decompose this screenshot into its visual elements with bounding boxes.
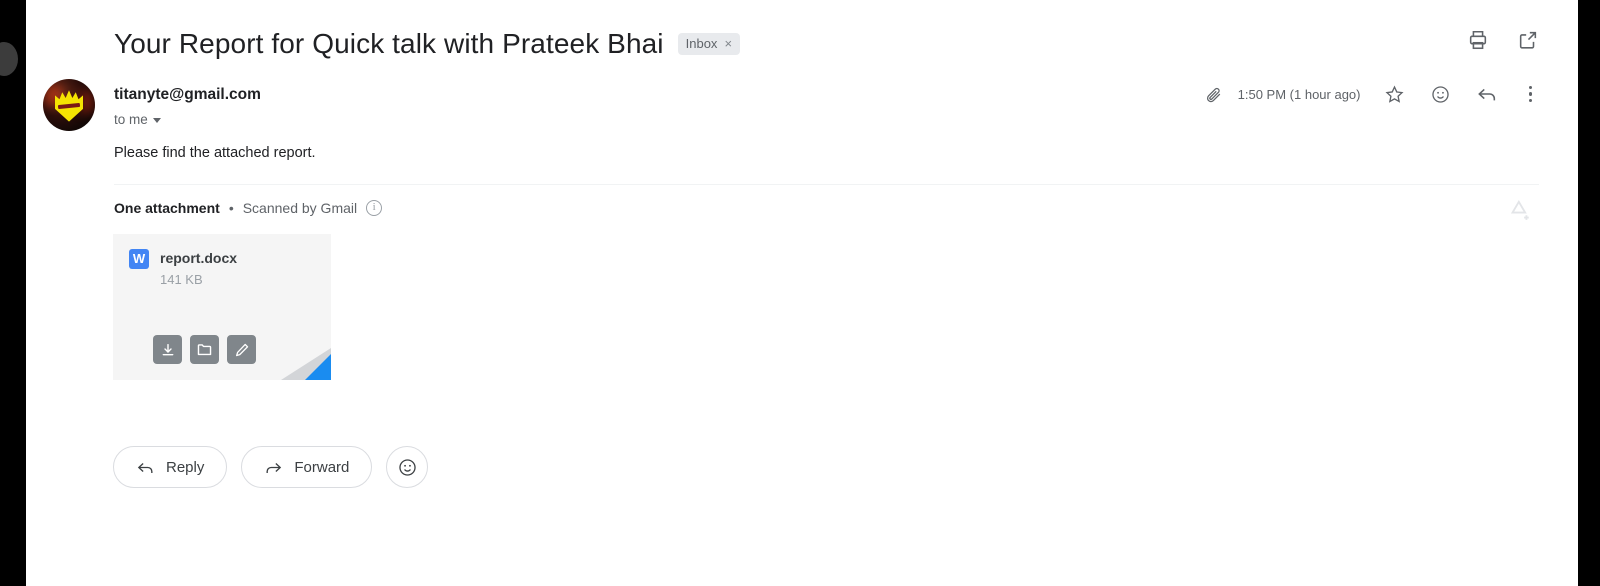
attachment-file-row: W report.docx 141 KB bbox=[129, 248, 237, 289]
attachment-corner-fold bbox=[281, 348, 331, 380]
left-rail bbox=[0, 0, 26, 586]
message-timestamp: 1:50 PM (1 hour ago) bbox=[1237, 86, 1361, 102]
attachment-actions bbox=[153, 335, 256, 364]
page-title: Your Report for Quick talk with Prateek … bbox=[114, 28, 664, 59]
download-attachment-button[interactable] bbox=[153, 335, 182, 364]
attachment-filename: report.docx bbox=[160, 250, 238, 266]
recipient-row[interactable]: to me bbox=[114, 110, 261, 130]
sender-block: titanyte@gmail.com to me bbox=[114, 84, 261, 130]
right-rail bbox=[1578, 0, 1600, 586]
message-body: Please find the attached report. bbox=[114, 145, 316, 161]
timestamp-group: 1:50 PM (1 hour ago) bbox=[1202, 82, 1361, 106]
reply-icon[interactable] bbox=[1475, 82, 1499, 106]
sender-email[interactable]: titanyte@gmail.com bbox=[114, 84, 261, 106]
forward-button[interactable]: Forward bbox=[241, 446, 373, 488]
attachment-card[interactable]: W report.docx 141 KB bbox=[113, 234, 331, 380]
add-reaction-icon[interactable] bbox=[1429, 82, 1453, 106]
scanned-by-gmail-label: Scanned by Gmail bbox=[242, 200, 358, 216]
label-chip-text: Inbox bbox=[685, 36, 718, 51]
edit-attachment-button[interactable] bbox=[227, 335, 256, 364]
message-actions: 1:50 PM (1 hour ago) bbox=[1202, 82, 1540, 106]
more-options-icon[interactable] bbox=[1521, 84, 1541, 105]
reply-actions: Reply Forward bbox=[113, 446, 429, 488]
attachment-file-meta: report.docx 141 KB bbox=[160, 248, 237, 289]
attachment-filesize: 141 KB bbox=[160, 272, 203, 287]
print-icon[interactable] bbox=[1466, 28, 1490, 52]
subject-row: Your Report for Quick talk with Prateek … bbox=[114, 22, 1518, 66]
react-button[interactable] bbox=[386, 446, 429, 488]
attachment-indicator-icon bbox=[1202, 82, 1226, 106]
save-to-drive-button[interactable] bbox=[190, 335, 219, 364]
open-in-new-window-icon[interactable] bbox=[1516, 28, 1540, 52]
attachment-count-label: One attachment bbox=[114, 200, 220, 216]
star-icon[interactable] bbox=[1383, 82, 1407, 106]
word-document-icon: W bbox=[129, 249, 149, 269]
label-chip-inbox[interactable]: Inbox × bbox=[677, 33, 741, 55]
recipient-label: to me bbox=[114, 112, 148, 127]
attachment-separator: • bbox=[228, 200, 234, 216]
chevron-down-icon[interactable] bbox=[152, 117, 161, 123]
forward-button-label: Forward bbox=[294, 458, 350, 476]
label-chip-remove-icon[interactable]: × bbox=[724, 33, 732, 55]
mail-pane: Your Report for Quick talk with Prateek … bbox=[26, 0, 1578, 586]
rail-circle-handle[interactable] bbox=[0, 42, 18, 76]
add-all-to-drive-icon[interactable] bbox=[1506, 196, 1534, 224]
avatar[interactable] bbox=[43, 79, 95, 131]
reply-button-label: Reply bbox=[166, 458, 205, 476]
screen: Your Report for Quick talk with Prateek … bbox=[0, 0, 1600, 586]
header-actions bbox=[1466, 28, 1540, 52]
reply-button[interactable]: Reply bbox=[113, 446, 228, 488]
attachment-divider bbox=[114, 184, 1539, 185]
attachment-header: One attachment • Scanned by Gmail i bbox=[114, 200, 383, 216]
info-icon[interactable]: i bbox=[366, 200, 383, 216]
